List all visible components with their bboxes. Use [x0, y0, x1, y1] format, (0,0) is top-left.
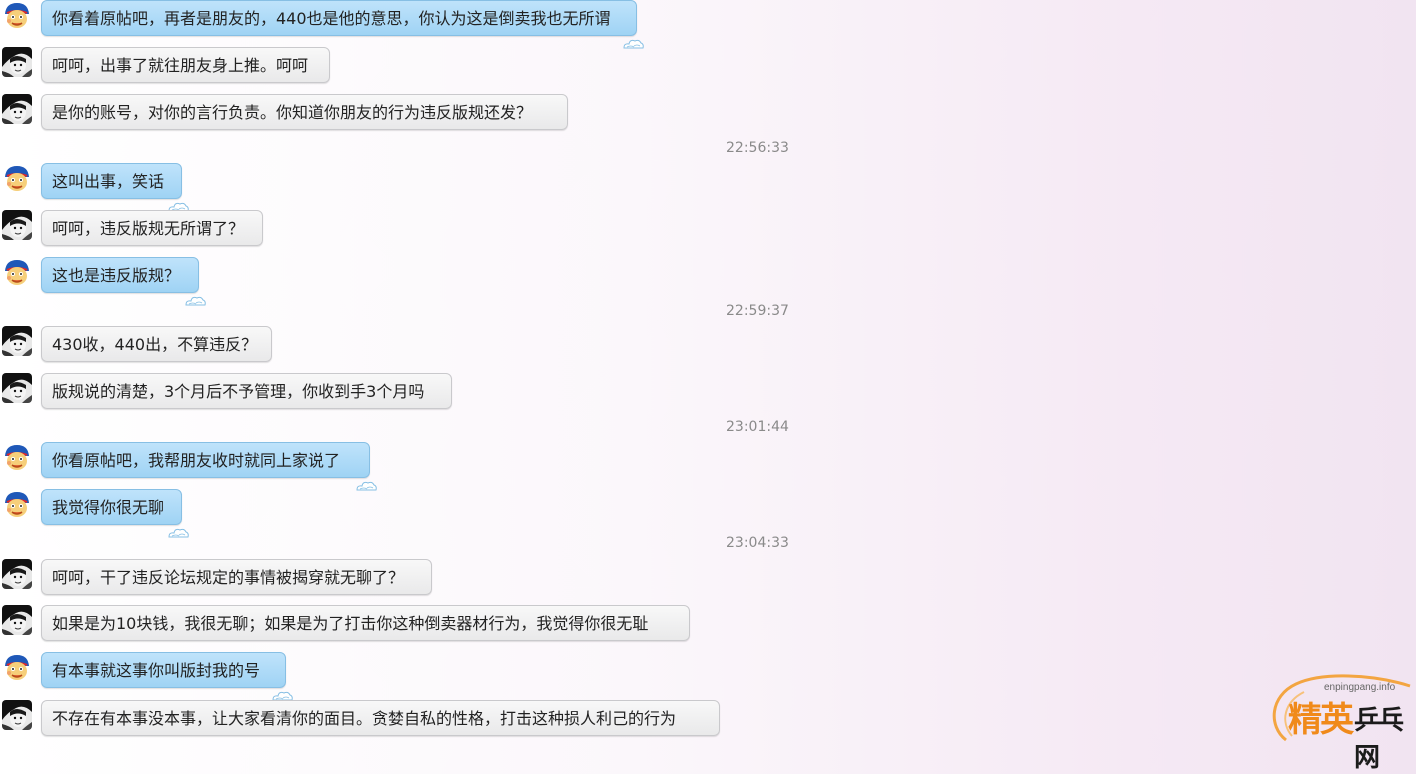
message-text: 不存在有本事没本事，让大家看清你的面目。贪婪自私的性格，打击这种损人利己的行为 [52, 709, 677, 728]
received-message-bubble[interactable]: 呵呵，干了违反论坛规定的事情被揭穿就无聊了？ [41, 559, 432, 595]
watermark-brand-right: 乒乓网 [1354, 706, 1404, 773]
message-text: 版规说的清楚，3个月后不予管理，你收到手3个月吗 [52, 382, 425, 401]
timestamp: 22:56:33 [726, 140, 789, 156]
timestamp: 23:04:33 [726, 535, 789, 551]
received-message-bubble[interactable]: 版规说的清楚，3个月后不予管理，你收到手3个月吗 [41, 373, 452, 409]
chat-history: 你看着原帖吧，再者是朋友的，440也是他的意思，你认为这是倒卖我也无所谓 呵呵，… [0, 0, 1416, 748]
site-watermark: enpingpang.info 精英 乒乓网 [1262, 666, 1416, 773]
sent-message-bubble[interactable]: 这叫出事，笑话 [41, 163, 189, 212]
bw-portrait-avatar-icon[interactable] [2, 700, 32, 730]
cartoon-avatar-icon[interactable] [2, 652, 32, 682]
bw-portrait-avatar-icon[interactable] [2, 47, 32, 77]
bw-portrait-avatar-icon[interactable] [2, 373, 32, 403]
received-message-bubble[interactable]: 呵呵，出事了就往朋友身上推。呵呵 [41, 47, 330, 83]
bw-portrait-avatar-icon[interactable] [2, 94, 32, 124]
sent-message-bubble[interactable]: 这也是违反版规？ [41, 257, 206, 306]
bw-portrait-avatar-icon[interactable] [2, 559, 32, 589]
timestamp: 22:59:37 [726, 303, 789, 319]
received-message-bubble[interactable]: 430收，440出，不算违反？ [41, 326, 272, 362]
bw-portrait-avatar-icon[interactable] [2, 210, 32, 240]
bw-portrait-avatar-icon[interactable] [2, 326, 32, 356]
message-text: 我觉得你很无聊 [52, 498, 165, 517]
cartoon-avatar-icon[interactable] [2, 0, 32, 30]
timestamp: 23:01:44 [726, 419, 789, 435]
cartoon-avatar-icon[interactable] [2, 489, 32, 519]
cartoon-avatar-icon[interactable] [2, 163, 32, 193]
cartoon-avatar-icon[interactable] [2, 257, 32, 287]
sent-message-bubble[interactable]: 你看着原帖吧，再者是朋友的，440也是他的意思，你认为这是倒卖我也无所谓 [41, 0, 644, 49]
message-text: 呵呵，干了违反论坛规定的事情被揭穿就无聊了？ [52, 568, 405, 587]
sent-message-bubble[interactable]: 你看原帖吧，我帮朋友收时就同上家说了 [41, 442, 377, 491]
received-message-bubble[interactable]: 不存在有本事没本事，让大家看清你的面目。贪婪自私的性格，打击这种损人利己的行为 [41, 700, 720, 736]
cloud-icon [167, 190, 189, 212]
message-text: 这叫出事，笑话 [52, 172, 165, 191]
message-text: 这也是违反版规？ [52, 266, 181, 285]
received-message-bubble[interactable]: 如果是为10块钱，我很无聊；如果是为了打击你这种倒卖器材行为，我觉得你很无耻 [41, 605, 690, 641]
cartoon-avatar-icon[interactable] [2, 442, 32, 472]
cloud-icon [167, 516, 189, 538]
cloud-icon [622, 27, 644, 49]
bw-portrait-avatar-icon[interactable] [2, 605, 32, 635]
received-message-bubble[interactable]: 呵呵，违反版规无所谓了？ [41, 210, 263, 246]
cloud-icon [184, 284, 206, 306]
message-text: 你看原帖吧，我帮朋友收时就同上家说了 [52, 451, 341, 470]
message-text: 呵呵，违反版规无所谓了？ [52, 219, 245, 238]
message-text: 呵呵，出事了就往朋友身上推。呵呵 [52, 56, 309, 75]
received-message-bubble[interactable]: 是你的账号，对你的言行负责。你知道你朋友的行为违反版规还发？ [41, 94, 568, 130]
sent-message-bubble[interactable]: 我觉得你很无聊 [41, 489, 189, 538]
sent-message-bubble[interactable]: 有本事就这事你叫版封我的号 [41, 652, 293, 701]
message-text: 如果是为10块钱，我很无聊；如果是为了打击你这种倒卖器材行为，我觉得你很无耻 [52, 614, 649, 633]
message-text: 有本事就这事你叫版封我的号 [52, 661, 261, 680]
cloud-icon [355, 469, 377, 491]
message-text: 是你的账号，对你的言行负责。你知道你朋友的行为违反版规还发？ [52, 103, 533, 122]
watermark-brand-left: 精英 [1288, 700, 1354, 740]
message-text: 430收，440出，不算违反？ [52, 335, 258, 354]
cloud-icon [271, 679, 293, 701]
message-text: 你看着原帖吧，再者是朋友的，440也是他的意思，你认为这是倒卖我也无所谓 [52, 9, 611, 28]
